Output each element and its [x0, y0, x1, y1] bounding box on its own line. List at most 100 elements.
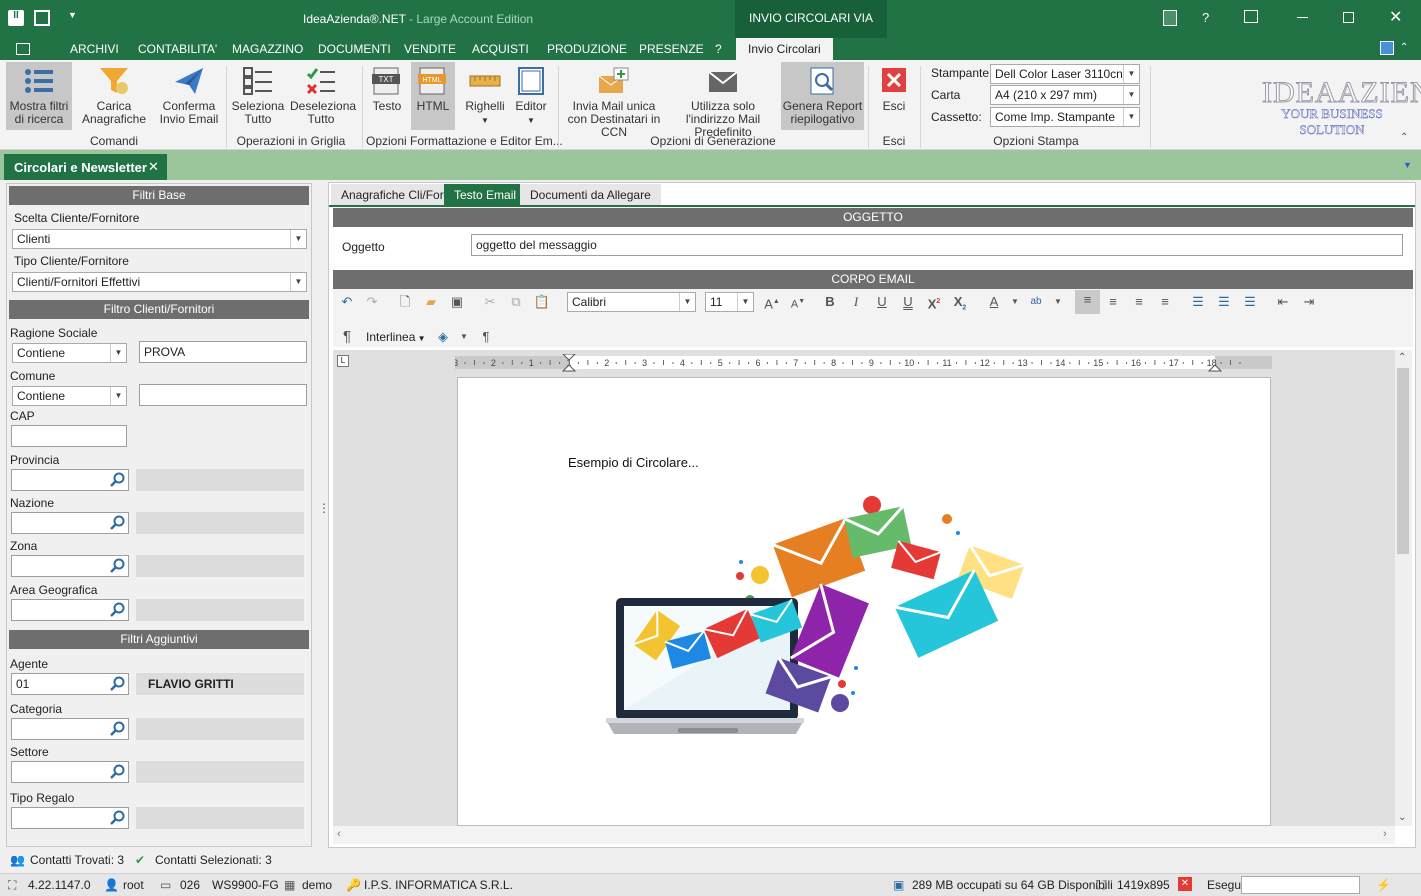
scroll-right-icon[interactable]: ›: [1383, 828, 1387, 840]
tab-testo-email[interactable]: Testo Email: [444, 184, 527, 205]
chevron-down-icon[interactable]: ▼: [454, 327, 474, 347]
menu-help[interactable]: ?: [715, 42, 722, 56]
seleziona-tutto-button[interactable]: Seleziona Tutto: [230, 62, 286, 130]
invia-mail-unica-button[interactable]: Invia Mail unica con Destinatari in CCN: [562, 62, 666, 139]
cassetto-select[interactable]: Come Imp. Stampante ▼: [990, 107, 1140, 127]
tab-dropdown-icon[interactable]: ▼: [1403, 160, 1412, 170]
highlight-icon[interactable]: ab: [1026, 292, 1046, 312]
splitter-handle[interactable]: ⋮: [318, 502, 330, 523]
scelta-select[interactable]: Clienti ▼: [12, 229, 307, 249]
menu-vendite[interactable]: VENDITE: [404, 42, 456, 56]
align-right-icon[interactable]: ≡: [1129, 292, 1149, 312]
oggetto-input[interactable]: oggetto del messaggio: [471, 234, 1403, 256]
font-size-select[interactable]: 11 ▼: [705, 292, 754, 312]
scroll-left-icon[interactable]: ‹: [337, 828, 341, 840]
stampante-select[interactable]: Dell Color Laser 3110cn ...▼: [990, 64, 1140, 95]
tab-invio-circolari[interactable]: Invio Circolari: [736, 38, 833, 60]
mostra-filtri-button[interactable]: Mostra filtri di ricerca: [6, 62, 72, 130]
help-icon[interactable]: ?: [1202, 10, 1209, 25]
menu-documenti[interactable]: DOCUMENTI: [318, 42, 391, 56]
tab-documenti[interactable]: Documenti da Allegare: [520, 184, 661, 205]
double-underline-icon[interactable]: U: [898, 292, 918, 312]
pilcrow-icon[interactable]: ¶: [337, 327, 357, 347]
chevron-down-icon[interactable]: ▼: [1005, 292, 1025, 312]
justify-icon[interactable]: ≡: [1155, 292, 1175, 312]
area-input[interactable]: [11, 599, 129, 621]
undo-icon[interactable]: ↶: [337, 292, 357, 312]
provincia-input[interactable]: [11, 469, 129, 491]
ragione-operator-select[interactable]: Contiene ▼: [12, 343, 127, 363]
increase-indent-icon[interactable]: ⇥: [1299, 292, 1319, 312]
collapse-ribbon-icon[interactable]: ⌃: [1400, 132, 1408, 143]
error-icon[interactable]: ✕: [1178, 877, 1192, 891]
redo-icon[interactable]: ↷: [362, 292, 382, 312]
search-icon[interactable]: [110, 602, 126, 618]
bold-icon[interactable]: B: [820, 292, 840, 312]
numbered-list-icon[interactable]: ☰: [1214, 292, 1234, 312]
cap-input[interactable]: [11, 425, 127, 447]
new-document-icon[interactable]: 🗋: [395, 292, 415, 312]
search-icon[interactable]: [110, 764, 126, 780]
open-folder-icon[interactable]: ▰: [421, 292, 441, 312]
comune-input[interactable]: [139, 384, 307, 406]
categoria-input[interactable]: [11, 718, 129, 740]
grow-font-icon[interactable]: A▲: [762, 292, 782, 312]
righelli-button[interactable]: Righelli ▼: [462, 62, 508, 130]
nazione-input[interactable]: [11, 512, 129, 534]
font-color-icon[interactable]: A: [984, 292, 1004, 312]
app-icon[interactable]: II: [8, 10, 24, 26]
esci-button[interactable]: Esci: [874, 62, 914, 130]
align-center-icon[interactable]: ≡: [1103, 292, 1123, 312]
deseleziona-tutto-button[interactable]: Deseleziona Tutto: [290, 62, 356, 130]
interlinea-button[interactable]: Interlinea ▼: [366, 330, 426, 344]
menu-produzione[interactable]: PRODUZIONE: [547, 42, 627, 56]
search-icon[interactable]: [110, 676, 126, 692]
testo-button[interactable]: TXT Testo: [366, 62, 408, 130]
minimize-icon[interactable]: [1297, 17, 1308, 18]
window-layout-icon[interactable]: [1380, 41, 1394, 55]
close-tab-icon[interactable]: ✕: [148, 159, 159, 175]
search-icon[interactable]: [110, 558, 126, 574]
save-icon[interactable]: [34, 10, 50, 26]
maximize-icon[interactable]: [1343, 12, 1354, 23]
settore-input[interactable]: [11, 761, 129, 783]
carica-anagrafiche-button[interactable]: Carica Anagrafiche: [80, 62, 148, 130]
menu-magazzino[interactable]: MAGAZZINO: [232, 42, 303, 56]
menu-presenze[interactable]: PRESENZE: [639, 42, 704, 56]
chevron-up-icon[interactable]: ⌃: [1400, 42, 1408, 53]
align-left-icon[interactable]: ≡: [1075, 290, 1100, 314]
multilevel-list-icon[interactable]: ☰: [1240, 292, 1260, 312]
tab-anagrafiche[interactable]: Anagrafiche Cli/For: [331, 184, 454, 205]
tipo-select[interactable]: Clienti/Fornitori Effettivi ▼: [12, 272, 307, 292]
html-button[interactable]: HTML HTML: [411, 62, 455, 130]
vertical-scrollbar[interactable]: ⌃ ⌄: [1395, 350, 1412, 826]
scroll-thumb[interactable]: [1397, 368, 1409, 554]
document-icon[interactable]: [1163, 10, 1177, 26]
chevron-down-icon[interactable]: ▼: [1048, 292, 1068, 312]
horizontal-scrollbar[interactable]: ‹ ›: [333, 826, 1395, 844]
ribbon-display-icon[interactable]: [1244, 10, 1258, 23]
search-icon[interactable]: [110, 810, 126, 826]
menu-archivi[interactable]: ARCHIVI: [70, 42, 119, 56]
comune-operator-select[interactable]: Contiene ▼: [12, 386, 127, 406]
font-family-select[interactable]: Calibri ▼: [567, 292, 696, 312]
paragraph-settings-icon[interactable]: ¶: [476, 327, 496, 347]
lightning-icon[interactable]: ⚡: [1376, 878, 1391, 892]
esegui-input[interactable]: [1241, 876, 1360, 894]
editor-button[interactable]: Editor ▼: [510, 62, 552, 130]
underline-icon[interactable]: U: [872, 292, 892, 312]
body-text[interactable]: Esempio di Circolare...: [568, 455, 699, 470]
scroll-up-icon[interactable]: ⌃: [1398, 352, 1406, 363]
paragraph-shading-icon[interactable]: ◈: [433, 327, 453, 347]
search-icon[interactable]: [110, 472, 126, 488]
decrease-indent-icon[interactable]: ⇤: [1273, 292, 1293, 312]
search-icon[interactable]: [110, 721, 126, 737]
ragione-input[interactable]: PROVA: [139, 341, 307, 363]
conferma-invio-button[interactable]: Conferma Invio Email: [156, 62, 222, 130]
menu-contabilita[interactable]: CONTABILITA': [138, 42, 217, 56]
bullet-list-icon[interactable]: ☰: [1188, 292, 1208, 312]
tipo-regalo-input[interactable]: [11, 807, 129, 829]
cut-icon[interactable]: ✂: [480, 292, 500, 312]
scroll-down-icon[interactable]: ⌄: [1398, 812, 1406, 823]
copy-icon[interactable]: ⧉: [506, 292, 526, 312]
